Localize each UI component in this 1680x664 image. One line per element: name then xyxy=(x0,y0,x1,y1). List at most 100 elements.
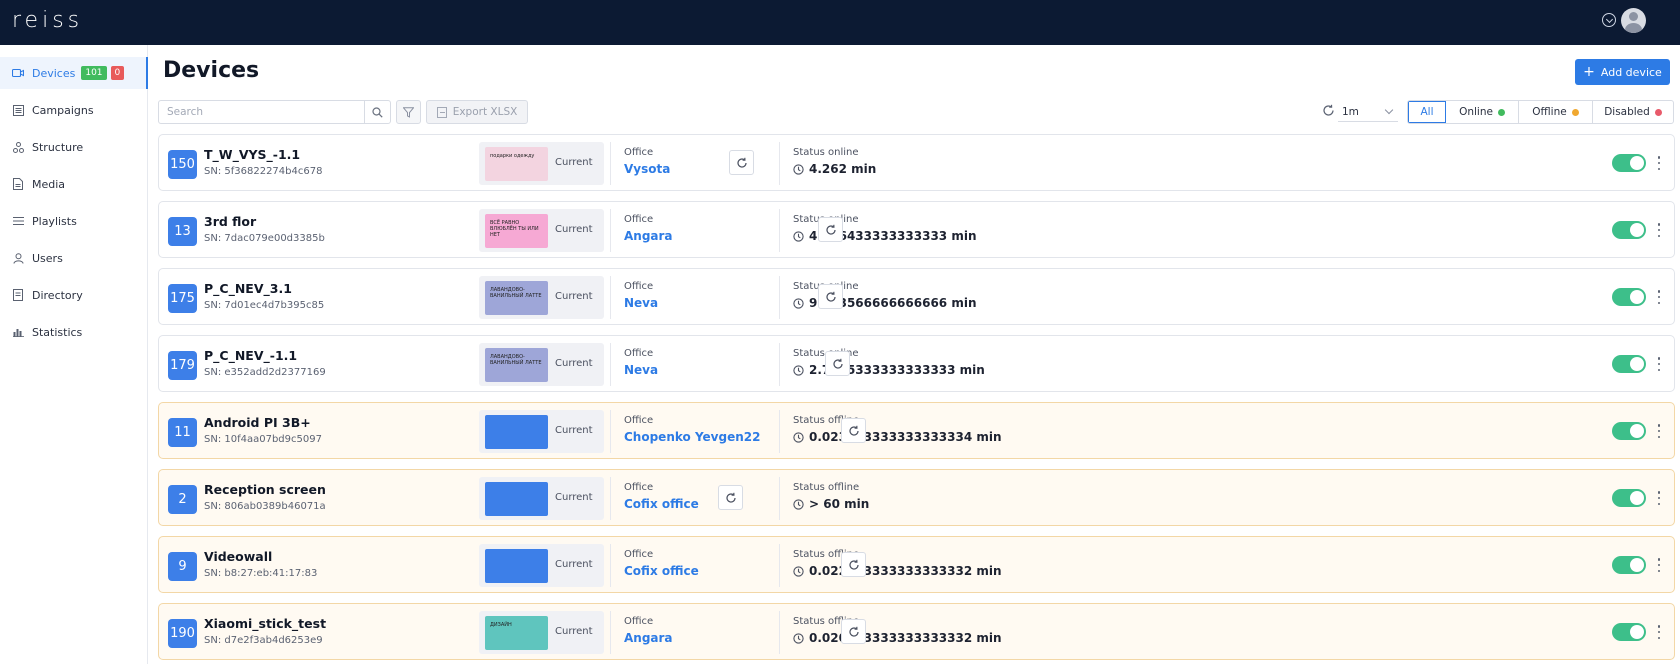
device-serial: SN: 7d01ec4d7b395c85 xyxy=(204,300,325,311)
sidebar-item-label: Users xyxy=(32,251,63,265)
statistics-icon xyxy=(12,326,24,338)
office-link[interactable]: Cofix office xyxy=(624,497,699,511)
export-label: Export XLSX xyxy=(452,106,518,118)
content-preview[interactable]: ЛАВАНДОВО-ВАНИЛЬНЫЙ ЛАТТЕ Current xyxy=(479,276,604,319)
filter-disabled[interactable]: Disabled xyxy=(1593,101,1673,123)
sidebar-item-statistics[interactable]: Statistics xyxy=(0,316,148,348)
sidebar-item-users[interactable]: Users xyxy=(0,242,148,274)
device-card[interactable]: 175 P_C_NEV_3.1 SN: 7d01ec4d7b395c85 ЛАВ… xyxy=(158,268,1675,325)
sidebar-item-structure[interactable]: Structure xyxy=(0,131,148,163)
more-menu-icon[interactable] xyxy=(1657,290,1661,304)
more-menu-icon[interactable] xyxy=(1657,491,1661,505)
device-enabled-toggle[interactable] xyxy=(1612,489,1646,507)
add-device-button[interactable]: + Add device xyxy=(1575,59,1670,85)
office-link[interactable]: Neva xyxy=(624,296,658,310)
online-dot-icon xyxy=(1497,108,1505,116)
more-menu-icon[interactable] xyxy=(1657,223,1661,237)
content-preview[interactable]: Current xyxy=(479,544,604,587)
refresh-button[interactable] xyxy=(818,217,843,242)
more-menu-icon[interactable] xyxy=(1657,558,1661,572)
filter-online[interactable]: Online xyxy=(1446,101,1519,123)
device-name[interactable]: P_C_NEV_-1.1 xyxy=(204,348,297,363)
office-link[interactable]: Vysota xyxy=(624,162,670,176)
auto-refresh-icon xyxy=(1323,104,1334,116)
office-link[interactable]: Cofix office xyxy=(624,564,699,578)
app-logo[interactable]: reiss xyxy=(12,8,83,33)
filter-offline[interactable]: Offline xyxy=(1519,101,1593,123)
more-menu-icon[interactable] xyxy=(1657,357,1661,371)
sidebar-item-label: Campaigns xyxy=(32,103,94,117)
more-menu-icon[interactable] xyxy=(1657,625,1661,639)
search-input[interactable] xyxy=(159,101,365,123)
device-enabled-toggle[interactable] xyxy=(1612,422,1646,440)
device-card[interactable]: 179 P_C_NEV_-1.1 SN: e352add2d2377169 ЛА… xyxy=(158,335,1675,392)
content-preview[interactable]: ВСЁ РАВНО ВЛЮБЛЁН ТЫ ИЛИ НЕТ Current xyxy=(479,209,604,252)
sidebar-item-media[interactable]: Media xyxy=(0,168,148,200)
refresh-interval-select[interactable]: 1m xyxy=(1338,102,1398,122)
chevron-down-icon xyxy=(1384,105,1394,115)
refresh-button[interactable] xyxy=(841,418,866,443)
campaign-icon xyxy=(12,104,24,116)
search-button[interactable] xyxy=(364,101,390,123)
device-card[interactable]: 150 T_W_VYS_-1.1 SN: 5f36822274b4c678 по… xyxy=(158,134,1675,191)
content-preview[interactable]: подарки одежду Current xyxy=(479,142,604,185)
device-name[interactable]: Android PI 3B+ xyxy=(204,415,311,430)
office-link[interactable]: Angara xyxy=(624,631,673,645)
refresh-button[interactable] xyxy=(729,150,754,175)
sidebar-item-playlists[interactable]: Playlists xyxy=(0,205,148,237)
device-name[interactable]: Reception screen xyxy=(204,482,326,497)
device-card[interactable]: 11 Android PI 3B+ SN: 10f4aa07bd9c5097 C… xyxy=(158,402,1675,459)
avatar[interactable] xyxy=(1621,8,1646,33)
sidebar-item-campaigns[interactable]: Campaigns xyxy=(0,94,148,126)
device-enabled-toggle[interactable] xyxy=(1612,221,1646,239)
clock-icon xyxy=(793,297,804,309)
thumbnail-text: ЛАВАНДОВО-ВАНИЛЬНЫЙ ЛАТТЕ xyxy=(490,287,542,299)
device-name[interactable]: Xiaomi_stick_test xyxy=(204,616,326,631)
refresh-button[interactable] xyxy=(718,485,743,510)
office-link[interactable]: Chopenko Yevgen22 xyxy=(624,430,760,444)
content-preview[interactable]: ЛАВАНДОВО-ВАНИЛЬНЫЙ ЛАТТЕ Current xyxy=(479,343,604,386)
device-enabled-toggle[interactable] xyxy=(1612,623,1646,641)
device-card[interactable]: 13 3rd flor SN: 7dac079e00d3385b ВСЁ РАВ… xyxy=(158,201,1675,258)
sidebar-item-devices[interactable]: Devices 101 0 xyxy=(0,57,148,89)
refresh-button[interactable] xyxy=(825,351,850,376)
sidebar-item-directory[interactable]: Directory xyxy=(0,279,148,311)
office-link[interactable]: Angara xyxy=(624,229,673,243)
more-menu-icon[interactable] xyxy=(1657,424,1661,438)
device-enabled-toggle[interactable] xyxy=(1612,556,1646,574)
export-xlsx-button[interactable]: Export XLSX xyxy=(426,100,528,124)
divider xyxy=(779,477,780,520)
device-name[interactable]: 3rd flor xyxy=(204,214,256,229)
preview-thumbnail: ЛАВАНДОВО-ВАНИЛЬНЫЙ ЛАТТЕ xyxy=(485,348,548,382)
office-link[interactable]: Neva xyxy=(624,363,658,377)
device-name[interactable]: T_W_VYS_-1.1 xyxy=(204,147,300,162)
more-menu-icon[interactable] xyxy=(1657,156,1661,170)
divider xyxy=(610,209,611,252)
refresh-button[interactable] xyxy=(841,552,866,577)
device-enabled-toggle[interactable] xyxy=(1612,355,1646,373)
filter-icon xyxy=(403,106,414,118)
content-preview[interactable]: ДИЗАЙН Current xyxy=(479,611,604,654)
device-enabled-toggle[interactable] xyxy=(1612,288,1646,306)
device-serial: SN: 806ab0389b46071a xyxy=(204,501,326,512)
divider xyxy=(779,276,780,319)
media-icon xyxy=(12,178,24,190)
device-card[interactable]: 9 Videowall SN: b8:27:eb:41:17:83 Curren… xyxy=(158,536,1675,593)
device-card[interactable]: 2 Reception screen SN: 806ab0389b46071a … xyxy=(158,469,1675,526)
account-chevron-icon[interactable] xyxy=(1602,13,1616,27)
filter-button[interactable] xyxy=(396,100,421,124)
disabled-dot-icon xyxy=(1654,108,1662,116)
refresh-button[interactable] xyxy=(818,284,843,309)
device-card[interactable]: 190 Xiaomi_stick_test SN: d7e2f3ab4d6253… xyxy=(158,603,1675,660)
preview-current-label: Current xyxy=(555,291,593,302)
refresh-button[interactable] xyxy=(841,619,866,644)
device-enabled-toggle[interactable] xyxy=(1612,154,1646,172)
device-name[interactable]: Videowall xyxy=(204,549,272,564)
device-number-badge: 179 xyxy=(168,351,197,380)
status-duration: 0.020833333333333332 min xyxy=(793,631,1002,645)
content-preview[interactable]: Current xyxy=(479,477,604,520)
filter-all[interactable]: All xyxy=(1408,101,1446,123)
device-number-badge: 175 xyxy=(168,284,197,313)
content-preview[interactable]: Current xyxy=(479,410,604,453)
device-name[interactable]: P_C_NEV_3.1 xyxy=(204,281,292,296)
